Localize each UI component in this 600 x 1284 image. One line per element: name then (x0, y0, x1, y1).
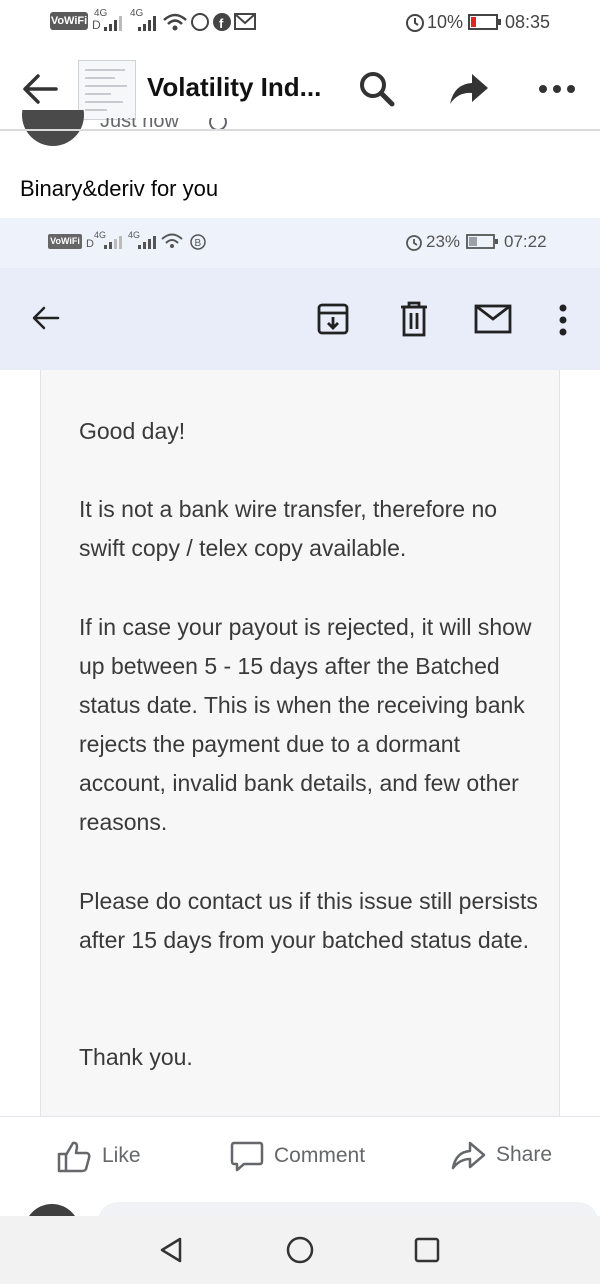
battery-percent: 10% (427, 12, 464, 32)
like-button[interactable]: Like (56, 1139, 141, 1173)
embedded-b-icon: B (190, 234, 206, 250)
mail-icon (234, 13, 256, 30)
clock: 08:35 (505, 12, 551, 32)
email-signoff: Thank you. (79, 1044, 193, 1070)
share-label: Share (496, 1143, 553, 1166)
archive-icon (317, 303, 349, 335)
back-arrow-icon[interactable] (20, 72, 60, 106)
share-arrow-icon[interactable] (446, 70, 490, 106)
header-divider (0, 129, 600, 131)
delete-icon (401, 301, 427, 337)
facebook-icon: f (213, 13, 231, 31)
embedded-wifi-icon (161, 233, 183, 248)
embedded-signal-icon-2 (138, 236, 156, 249)
email-message: Good day! It is not a bank wire transfer… (40, 370, 560, 1116)
email-toolbar (0, 268, 600, 370)
comment-label: Comment (274, 1144, 366, 1167)
like-icon (57, 1141, 91, 1173)
nav-recents-icon[interactable] (414, 1237, 440, 1263)
share-button[interactable]: Share (450, 1139, 552, 1171)
post-meta: Just now (0, 118, 600, 146)
battery-icon (468, 14, 501, 30)
email-paragraph-2: If in case your payout is rejected, it w… (79, 614, 532, 835)
comment-button[interactable]: Comment (230, 1139, 365, 1173)
signal-icon (104, 16, 122, 31)
svg-text:f: f (219, 16, 224, 31)
share-icon (451, 1141, 486, 1170)
like-label: Like (102, 1144, 141, 1167)
whatsapp-icon (191, 13, 209, 31)
embedded-vowifi-badge: VoWiFi (48, 234, 82, 249)
nav-home-icon[interactable] (286, 1236, 314, 1264)
svg-text:B: B (195, 238, 202, 249)
navigation-bar (0, 1216, 600, 1284)
email-paragraph-1: It is not a bank wire transfer, therefor… (79, 496, 498, 561)
sim-indicator: D (92, 18, 101, 32)
email-back-icon (32, 306, 60, 330)
nav-back-icon[interactable] (158, 1236, 184, 1264)
search-icon[interactable] (358, 70, 396, 108)
status-bar: VoWiFi D 4G 4G f 10% 08:35 (0, 0, 600, 44)
signal-icon-2 (138, 16, 156, 31)
embedded-alarm-icon (406, 235, 422, 251)
comment-icon (230, 1141, 264, 1172)
email-more-icon (559, 304, 567, 336)
post-text: Binary&deriv for you (20, 176, 219, 201)
embedded-sim-indicator: D (86, 238, 94, 250)
email-paragraph-3: Please do contact us if this issue still… (79, 888, 538, 953)
email-body: Good day! It is not a bank wire transfer… (0, 370, 600, 1116)
email-greeting: Good day! (79, 418, 186, 444)
post-image[interactable]: VoWiFi D 4G 4G B 23% 07:22 Good day! It … (0, 218, 600, 1116)
post-action-bar: Like Comment Share (0, 1116, 600, 1193)
alarm-icon (406, 14, 424, 32)
embedded-status-bar: VoWiFi D 4G 4G B 23% 07:22 (0, 218, 600, 268)
vowifi-badge: VoWiFi (50, 12, 88, 30)
embedded-battery-percent: 23% (426, 232, 461, 251)
embedded-battery-icon (466, 234, 498, 249)
embedded-signal-icon (104, 236, 122, 249)
page-title: Volatility Ind... (147, 72, 322, 102)
embedded-clock: 07:22 (504, 232, 547, 251)
mark-unread-icon (474, 304, 512, 334)
page-thumbnail[interactable] (78, 60, 136, 120)
more-options-icon[interactable] (538, 84, 576, 94)
wifi-icon (163, 13, 187, 31)
